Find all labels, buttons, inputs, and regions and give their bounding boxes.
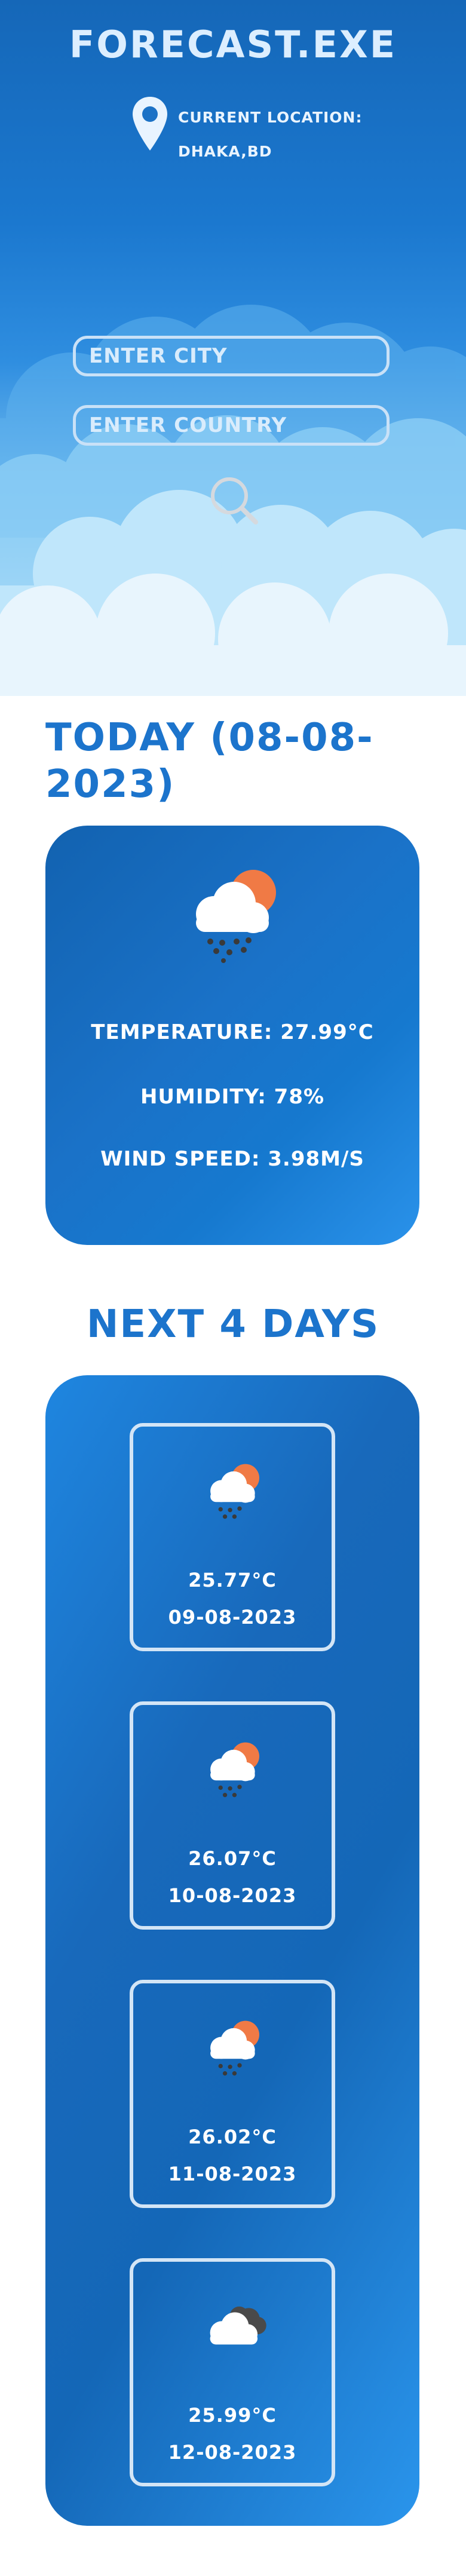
country-input[interactable] — [73, 405, 390, 446]
current-location: CURRENT LOCATION: DHAKA,BD — [178, 100, 362, 168]
hero-header: FORECAST.EXE CURRENT LOCATION: DHAKA,BD — [0, 0, 466, 696]
forecast-heading: NEXT 4 DAYS — [86, 1302, 380, 1347]
today-humidity: HUMIDITY: 78% — [140, 1085, 325, 1109]
today-weather-card: TEMPERATURE: 27.99°C HUMIDITY: 78% WIND … — [45, 826, 419, 1245]
forecast-temperature: 25.77°C — [188, 1569, 277, 1591]
forecast-temperature: 26.02°C — [188, 2126, 277, 2148]
today-heading: TODAY (08-08-2023) — [45, 716, 374, 806]
forecast-date: 10-08-2023 — [168, 1884, 297, 1907]
cloudy-icon — [210, 2306, 266, 2345]
cloud-sun-rain-icon — [210, 1742, 259, 1798]
forecast-day-card: 25.77°C 09-08-2023 — [130, 1423, 335, 1651]
location-label: CURRENT LOCATION: — [178, 109, 363, 126]
forecast-day-card: 25.99°C 12-08-2023 — [130, 2258, 335, 2486]
forecast-date: 11-08-2023 — [168, 2163, 297, 2185]
forecast-date: 12-08-2023 — [168, 2441, 297, 2464]
forecast-temperature: 26.07°C — [188, 1847, 277, 1870]
cloud-sun-rain-icon — [210, 1464, 259, 1519]
today-temperature: TEMPERATURE: 27.99°C — [91, 1020, 374, 1044]
cloud-sun-rain-icon — [210, 2020, 259, 2076]
today-wind-speed: WIND SPEED: 3.98M/S — [100, 1147, 364, 1171]
forecast-temperature: 25.99°C — [188, 2404, 277, 2427]
forecast-date: 09-08-2023 — [168, 1606, 297, 1629]
forecast-panel: 25.77°C 09-08-2023 26.07°C 10-08-2023 26… — [45, 1375, 419, 2526]
forecast-day-card: 26.02°C 11-08-2023 — [130, 1980, 335, 2208]
search-icon[interactable] — [207, 473, 262, 528]
location-pin-icon — [133, 97, 167, 151]
app-title: FORECAST.EXE — [69, 23, 397, 66]
location-value: DHAKA,BD — [178, 143, 272, 160]
cloud-sun-rain-icon — [196, 870, 276, 963]
forecast-day-card: 26.07°C 10-08-2023 — [130, 1701, 335, 1930]
city-input[interactable] — [73, 336, 390, 376]
